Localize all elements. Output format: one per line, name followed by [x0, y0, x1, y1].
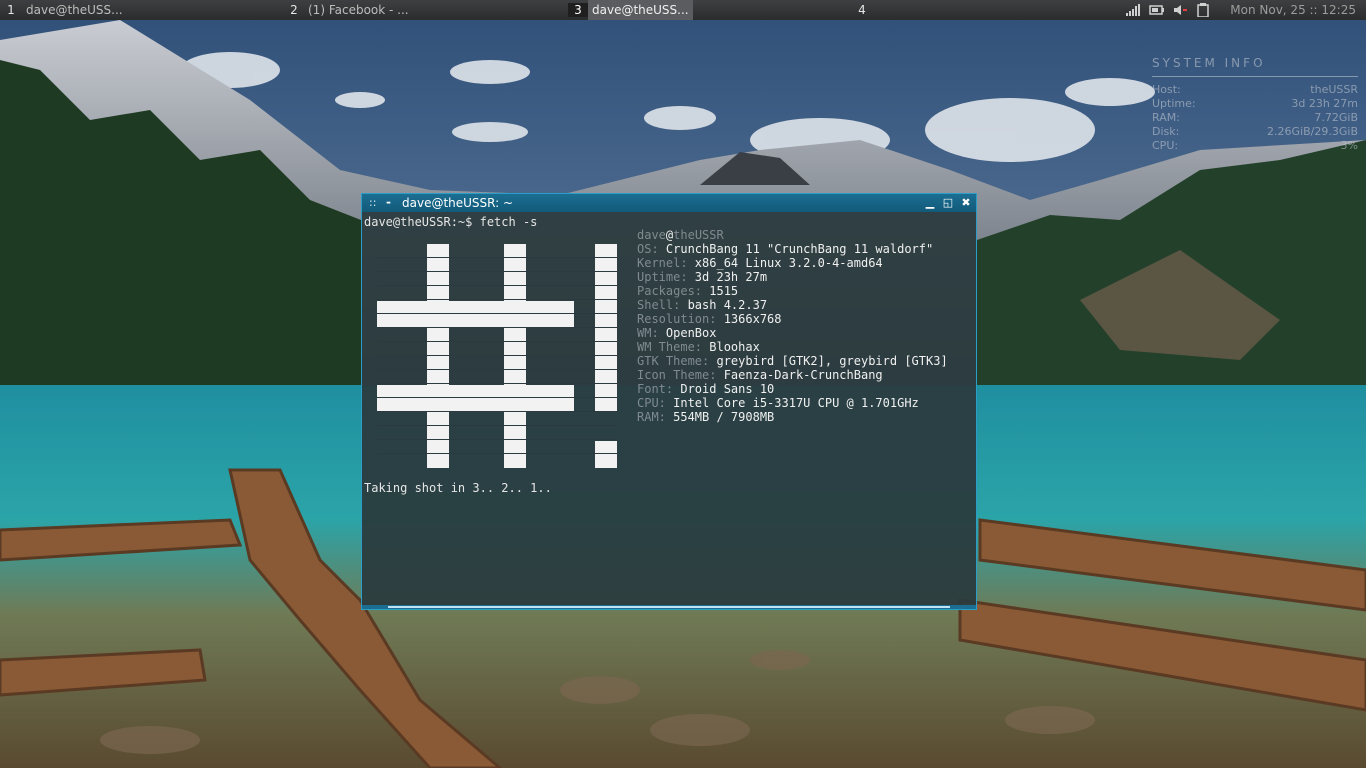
window-controls: ▁ ◱ ✖	[924, 194, 972, 212]
taskbar-item[interactable]: (1) Facebook - ...	[304, 0, 413, 20]
conky-label: RAM:	[1152, 111, 1180, 124]
conky-row: CPU: 3%	[1152, 139, 1358, 153]
info-key: Kernel:	[637, 256, 688, 270]
info-row: Packages: 1515	[637, 284, 948, 298]
info-key: Resolution:	[637, 312, 717, 326]
workspace-3[interactable]: 3 dave@theUSS...	[568, 0, 852, 20]
info-value: Faenza-Dark-CrunchBang	[716, 368, 883, 382]
taskbar-item[interactable]: dave@theUSS...	[588, 0, 693, 20]
info-value: Intel Core i5-3317U CPU @ 1.701GHz	[665, 396, 919, 410]
info-row: GTK Theme: greybird [GTK2], greybird [GT…	[637, 354, 948, 368]
workspace-1[interactable]: 1 dave@theUSS...	[0, 0, 284, 20]
info-key: Font:	[637, 382, 674, 396]
info-row: Font: Droid Sans 10	[637, 382, 948, 396]
info-key: CPU:	[637, 396, 666, 410]
info-value: Droid Sans 10	[673, 382, 775, 396]
info-row: Shell: bash 4.2.37	[637, 298, 948, 312]
conky-value: theUSSR	[1310, 83, 1358, 96]
info-row: OS: CrunchBang 11 "CrunchBang 11 waldorf…	[637, 242, 948, 256]
info-key: Icon Theme:	[637, 368, 717, 382]
battery-icon[interactable]	[1149, 4, 1165, 16]
conky-value: 7.72GiB	[1314, 111, 1358, 124]
close-button[interactable]: ✖	[960, 194, 972, 212]
workspace-4[interactable]: 4	[852, 0, 1132, 20]
info-row: Resolution: 1366x768	[637, 312, 948, 326]
top-panel: 1 dave@theUSS... 2 (1) Facebook - ... 3 …	[0, 0, 1366, 20]
horizontal-scrollbar[interactable]	[362, 605, 976, 609]
info-key: OS:	[637, 242, 659, 256]
info-row: RAM: 554MB / 7908MB	[637, 410, 948, 424]
workspace-number[interactable]: 4	[852, 3, 872, 17]
conky-row: Host: theUSSR	[1152, 83, 1358, 97]
taskbar-item[interactable]: dave@theUSS...	[22, 0, 127, 20]
workspace-number[interactable]: 2	[284, 3, 304, 17]
info-key: Packages:	[637, 284, 703, 298]
info-row: CPU: Intel Core i5-3317U CPU @ 1.701GHz	[637, 396, 948, 410]
maximize-button[interactable]: ◱	[942, 194, 954, 212]
info-value: CrunchBang 11 "CrunchBang 11 waldorf"	[658, 242, 934, 256]
conky-label: Disk:	[1152, 125, 1180, 138]
system-tray: Mon Nov, 25 :: 12:25	[1126, 0, 1366, 20]
window-title: dave@theUSSR: ~	[402, 196, 514, 210]
info-value: x86_64 Linux 3.2.0-4-amd64	[687, 256, 883, 270]
network-signal-icon[interactable]	[1126, 4, 1141, 16]
username: dave	[637, 228, 666, 242]
prompt-line: dave@theUSSR:~$ fetch -s	[364, 215, 538, 229]
window-grip-icon[interactable]: ::	[369, 194, 376, 212]
info-key: Uptime:	[637, 270, 688, 284]
info-key: WM:	[637, 326, 659, 340]
conky-value: 3d 23h 27m	[1291, 97, 1358, 110]
window-titlebar[interactable]: :: - dave@theUSSR: ~ ▁ ◱ ✖	[362, 194, 976, 212]
info-key: GTK Theme:	[637, 354, 710, 368]
scrollbar-thumb[interactable]	[388, 606, 950, 608]
info-key: Shell:	[637, 298, 681, 312]
info-key: RAM:	[637, 410, 666, 424]
info-value: OpenBox	[658, 326, 717, 340]
conky-value: 2.26GiB/29.3GiB	[1267, 125, 1358, 138]
hostname: theUSSR	[673, 228, 724, 242]
terminal-content[interactable]: dave@theUSSR:~$ fetch -s dave@theUSSR OS…	[363, 213, 975, 605]
conky-label: CPU:	[1152, 139, 1179, 152]
conky-value: 3%	[1340, 139, 1358, 152]
info-key: WM Theme:	[637, 340, 703, 354]
conky-row: Uptime: 3d 23h 27m	[1152, 97, 1358, 111]
fetch-info: dave@theUSSR OS: CrunchBang 11 "CrunchBa…	[637, 228, 948, 424]
info-row: WM Theme: Bloohax	[637, 340, 948, 354]
info-value: 1366x768	[716, 312, 782, 326]
info-value: greybird [GTK2], greybird [GTK3]	[709, 354, 948, 368]
info-value: 1515	[702, 284, 739, 298]
conky-label: Host:	[1152, 83, 1181, 96]
info-row: WM: OpenBox	[637, 326, 948, 340]
shot-countdown-line: Taking shot in 3.. 2.. 1..	[364, 481, 552, 495]
conky-divider	[1152, 76, 1358, 77]
conky-label: Uptime:	[1152, 97, 1196, 110]
conky-row: Disk: 2.26GiB/29.3GiB	[1152, 125, 1358, 139]
conky-row: RAM: 7.72GiB	[1152, 111, 1358, 125]
info-value: 3d 23h 27m	[687, 270, 768, 284]
workspace-number[interactable]: 3	[568, 3, 588, 17]
workspace-2[interactable]: 2 (1) Facebook - ...	[284, 0, 568, 20]
conky-title: SYSTEM INFO	[1152, 56, 1266, 70]
info-row: Kernel: x86_64 Linux 3.2.0-4-amd64	[637, 256, 948, 270]
terminal-window[interactable]: :: - dave@theUSSR: ~ ▁ ◱ ✖ dave@theUSSR:…	[361, 193, 977, 610]
panel-clock[interactable]: Mon Nov, 25 :: 12:25	[1230, 3, 1356, 17]
info-row: Icon Theme: Faenza-Dark-CrunchBang	[637, 368, 948, 382]
conky-system-info: SYSTEM INFO Host: theUSSR Uptime: 3d 23h 2…	[1152, 56, 1358, 153]
volume-muted-icon[interactable]	[1174, 4, 1188, 16]
minimize-button[interactable]: ▁	[924, 194, 936, 212]
clipboard-icon[interactable]	[1197, 3, 1210, 17]
info-value: Bloohax	[702, 340, 760, 354]
taskbar-item[interactable]	[872, 0, 880, 20]
window-menu-icon[interactable]: -	[386, 194, 391, 210]
info-value: 554MB / 7908MB	[665, 410, 775, 424]
info-row: Uptime: 3d 23h 27m	[637, 270, 948, 284]
info-value: bash 4.2.37	[680, 298, 768, 312]
user-host-line: dave@theUSSR	[637, 228, 948, 242]
workspace-number[interactable]: 1	[0, 3, 22, 17]
